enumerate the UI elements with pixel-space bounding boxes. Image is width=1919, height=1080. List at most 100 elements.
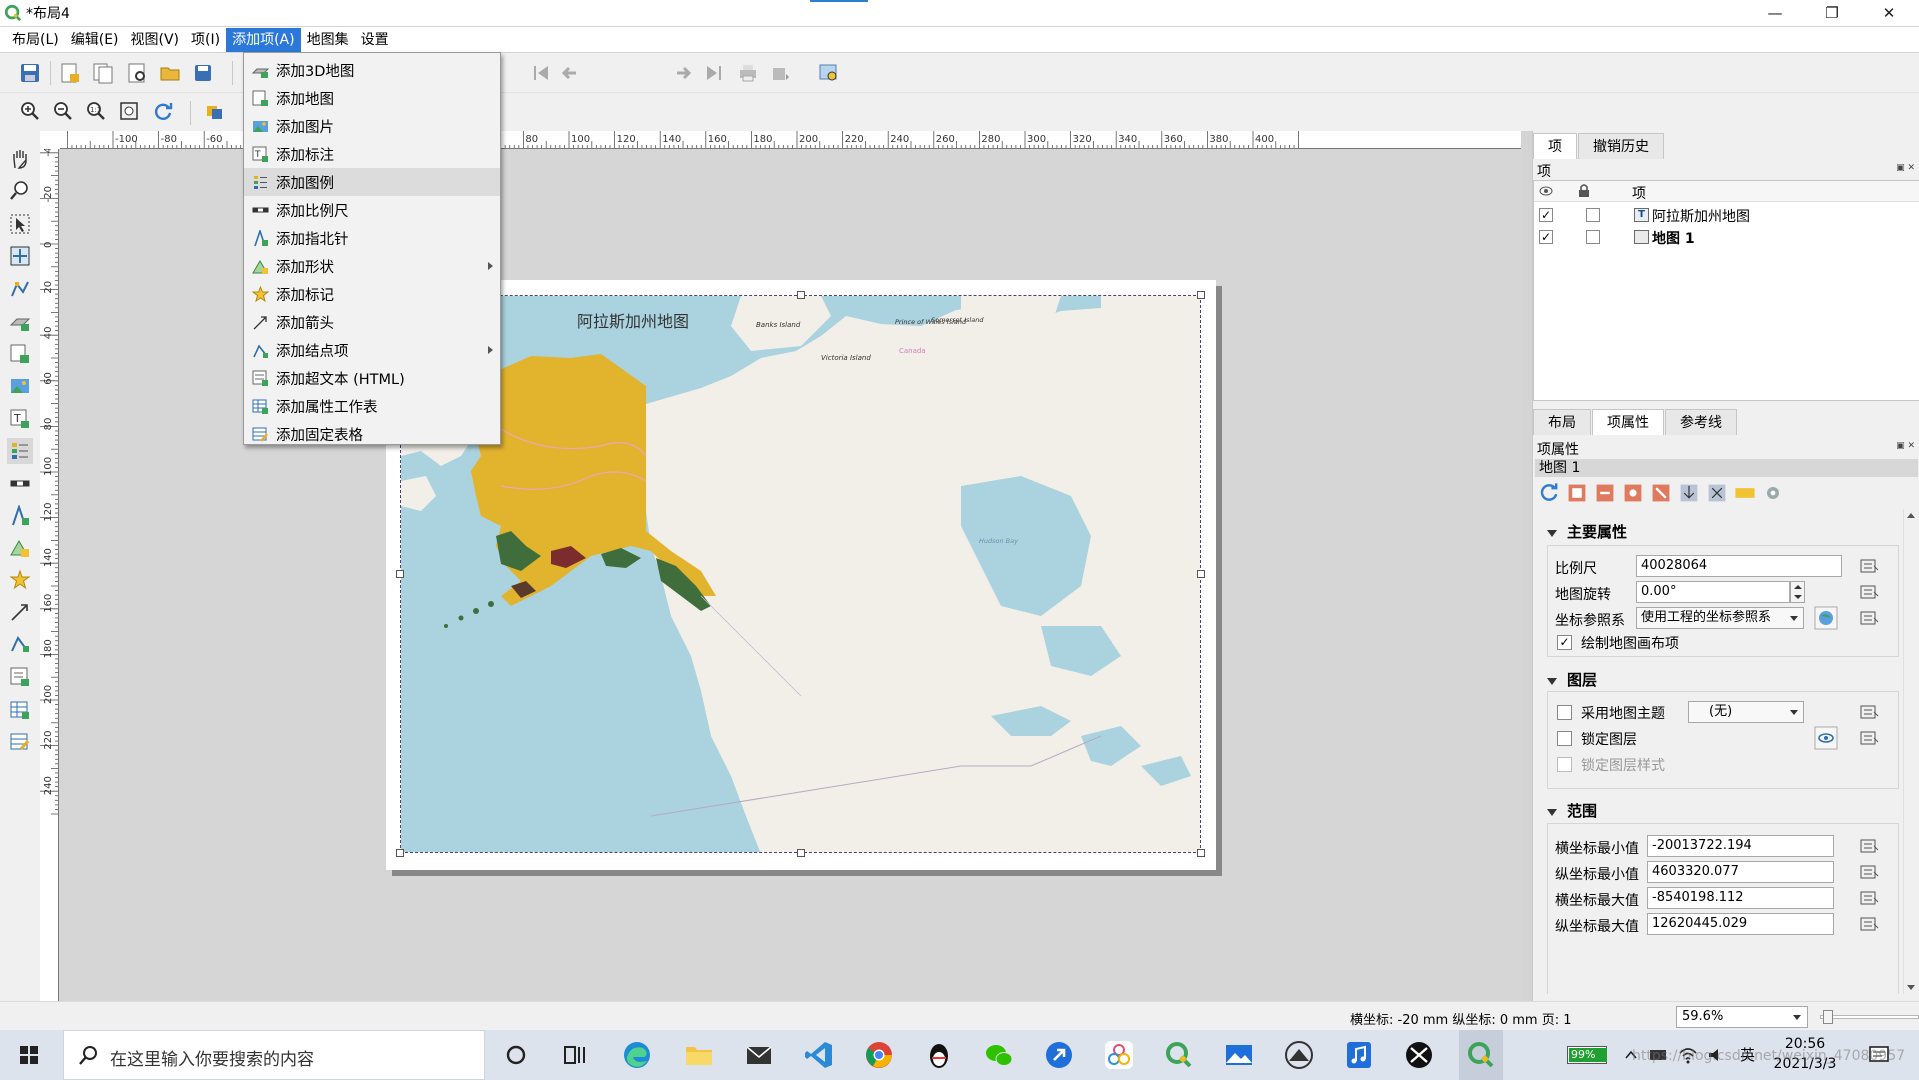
view-extent-icon[interactable] [1593,481,1617,505]
tab-item-properties[interactable]: 项属性 [1592,409,1664,435]
move-content-icon[interactable] [7,243,33,269]
map-item[interactable]: 阿拉斯加州地图 Banks Island Victoria Island Pri… [400,295,1201,853]
clipping-icon[interactable] [1677,481,1701,505]
data-defined-override-icon[interactable] [1856,886,1880,910]
data-defined-override-icon[interactable] [1856,700,1880,724]
visibility-checkbox[interactable]: ✓ [1539,208,1553,222]
data-defined-override-icon[interactable] [1856,860,1880,884]
menu-item-scalebar[interactable]: 添加比例尺 [244,196,500,224]
panel-dock-buttons[interactable]: ▣ ✕ [1896,441,1915,451]
label-icon[interactable] [1733,481,1757,505]
item-name[interactable]: 地图 1 [1652,228,1695,248]
ymax-input[interactable]: 12620445.029 [1647,913,1834,935]
rotation-spinner[interactable] [1790,581,1805,603]
zoom-actual-icon[interactable]: 1:1 [83,98,109,124]
menu-item-north-arrow[interactable]: 添加指北针 [244,224,500,252]
vscode-icon[interactable] [803,1039,835,1071]
menu-item-node-item[interactable]: 添加结点项 [244,336,500,364]
music-app-icon[interactable] [1343,1039,1375,1071]
tab-layout[interactable]: 布局 [1533,409,1591,435]
collapse-triangle-icon[interactable] [1547,530,1557,537]
xmax-input[interactable]: -8540198.112 [1647,887,1834,909]
taskbar-search-box[interactable]: 在这里输入你要搜索的内容 [63,1030,485,1080]
tab-undo-history[interactable]: 撤销历史 [1578,133,1664,159]
cortana-icon[interactable] [500,1039,532,1071]
visibility-checkbox[interactable]: ✓ [1539,230,1553,244]
add-scalebar-icon[interactable] [7,471,33,497]
add-marker-icon[interactable] [7,567,33,593]
data-defined-override-icon[interactable] [1856,834,1880,858]
app-circles-icon[interactable] [1103,1039,1135,1071]
save-as-template-icon[interactable] [191,60,217,86]
menu-view[interactable]: 视图(V) [125,28,186,52]
label-settings-icon[interactable] [1649,481,1673,505]
eye-visibility-icon[interactable] [1814,726,1838,750]
game-controller-icon[interactable] [1283,1039,1315,1071]
menu-item-fixed-table[interactable]: 添加固定表格 [244,420,500,448]
edge-browser-icon[interactable] [621,1039,653,1071]
panel-dock-buttons[interactable]: ▣ ✕ [1896,163,1915,173]
resize-handle[interactable] [396,570,404,578]
pan-hand-icon[interactable] [7,146,33,172]
menu-item-arrow[interactable]: 添加箭头 [244,308,500,336]
qgis-active-app-icon[interactable] [1465,1039,1497,1071]
atlas-settings-icon[interactable] [816,60,842,86]
globe-icon[interactable] [1814,606,1838,630]
properties-scrollbar[interactable] [1903,509,1917,994]
menu-item-3d-map[interactable]: 添加3D地图 [244,56,500,84]
add-shape-icon[interactable] [7,535,33,561]
qgis-app-icon[interactable] [1163,1039,1195,1071]
tab-guides[interactable]: 参考线 [1665,409,1737,435]
print-icon[interactable] [735,60,761,86]
map-theme-select[interactable]: (无) [1688,701,1804,723]
menu-item-shape[interactable]: 添加形状 [244,252,500,280]
menu-item-label[interactable]: T 添加标注 [244,140,500,168]
add-3d-map-icon[interactable] [7,309,33,335]
zoom-in-icon[interactable] [17,98,43,124]
rotation-input[interactable]: 0.00° [1636,581,1790,603]
menu-item-attribute-table[interactable]: 添加属性工作表 [244,392,500,420]
layout-manager-icon[interactable] [124,60,150,86]
data-defined-override-icon[interactable] [1856,912,1880,936]
add-map-icon[interactable] [7,341,33,367]
resize-handle[interactable] [1197,849,1205,857]
windows-start-icon[interactable] [20,1046,38,1064]
minimize-button[interactable]: — [1752,0,1798,26]
add-attribute-table-icon[interactable] [7,697,33,723]
collapse-triangle-icon[interactable] [1547,678,1557,685]
chevron-down-icon[interactable] [1793,1015,1801,1020]
items-list[interactable]: 项 ✓ T 阿拉斯加州地图 ✓ 地图 1 [1533,180,1919,401]
resize-handle[interactable] [797,291,805,299]
menu-edit[interactable]: 编辑(E) [65,28,125,52]
menu-atlas[interactable]: 地图集 [301,28,355,52]
file-explorer-icon[interactable] [683,1039,715,1071]
menu-item-html[interactable]: 添加超文本 (HTML) [244,364,500,392]
zoom-select[interactable]: 59.6% [1676,1006,1808,1028]
scroll-up-icon[interactable] [1907,513,1915,518]
add-legend-icon[interactable] [7,438,33,464]
menu-settings[interactable]: 设置 [355,28,395,52]
map-theme-checkbox[interactable] [1557,705,1572,720]
scroll-down-icon[interactable] [1907,985,1915,990]
add-fixed-table-icon[interactable] [7,729,33,755]
select-tool-icon[interactable] [7,211,33,237]
resize-handle[interactable] [1197,291,1205,299]
list-item[interactable]: ✓ 地图 1 [1534,226,1919,247]
resize-handle[interactable] [1197,570,1205,578]
zoom-full-icon[interactable] [116,98,142,124]
item-properties-scroll[interactable]: 主要属性 比例尺 40028064 地图旋转 0.00° 坐标参照系 使用工程的… [1533,509,1904,994]
zoom-out-icon[interactable] [50,98,76,124]
refresh-preview-icon[interactable] [1537,481,1561,505]
menu-item-map[interactable]: 添加地图 [244,84,500,112]
battery-indicator[interactable]: 99% [1567,1046,1607,1064]
lock-checkbox[interactable] [1586,208,1600,222]
layout-page[interactable]: 阿拉斯加州地图 Banks Island Victoria Island Pri… [386,280,1216,870]
add-arrow-icon[interactable] [7,599,33,625]
resize-handle[interactable] [797,849,805,857]
add-picture-icon[interactable] [7,373,33,399]
edit-nodes-icon[interactable] [7,276,33,302]
maximize-button[interactable]: ❐ [1809,0,1855,26]
set-extent-icon[interactable] [1565,481,1589,505]
data-defined-override-icon[interactable] [1856,580,1880,604]
save-icon[interactable] [17,60,43,86]
